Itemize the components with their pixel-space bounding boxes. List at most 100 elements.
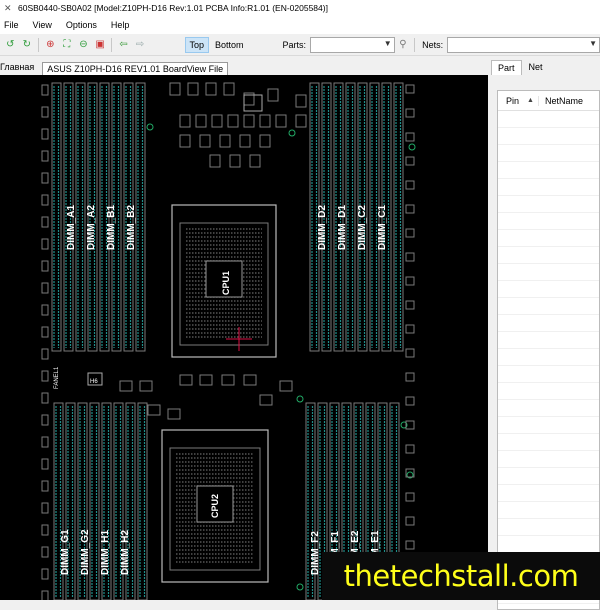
board-drawing[interactable]: DIMM_A1 DIMM_A2 DIMM_B1 DIMM_B2 DIMM_D2 DIMM_… — [0, 75, 488, 600]
dimm-top-right-label: DIMM_C2 — [357, 205, 368, 250]
zoom-fit-icon[interactable]: ⛶ — [61, 38, 74, 52]
forward-arrow-icon[interactable]: ⇨ — [134, 38, 147, 52]
list-item[interactable] — [498, 298, 599, 315]
mounting-hole — [288, 129, 296, 137]
list-item[interactable] — [498, 451, 599, 468]
rotate-right-icon[interactable]: ↻ — [21, 38, 34, 52]
list-item[interactable] — [498, 519, 599, 536]
edge-component — [405, 492, 415, 502]
list-item[interactable] — [498, 400, 599, 417]
right-panel-tabs: Part Net — [488, 57, 600, 75]
zoom-out-icon[interactable]: ⊖ — [77, 38, 90, 52]
chevron-down-icon[interactable]: ▼ — [384, 39, 392, 48]
component — [187, 82, 199, 96]
edge-component — [405, 180, 415, 190]
menu-help[interactable]: Help — [111, 20, 130, 30]
back-arrow-icon[interactable]: ⇦ — [117, 38, 130, 52]
app-icon: ✕ — [4, 3, 12, 13]
list-item[interactable] — [498, 485, 599, 502]
edge-component — [405, 276, 415, 286]
component — [295, 94, 307, 108]
parts-combobox[interactable]: ▼ — [310, 36, 395, 53]
list-item[interactable] — [498, 264, 599, 281]
edge-component — [41, 568, 49, 580]
top-side-button[interactable]: Top — [184, 36, 210, 53]
component — [223, 82, 235, 96]
list-item[interactable] — [498, 315, 599, 332]
list-item[interactable] — [498, 434, 599, 451]
component — [195, 114, 207, 128]
dimm-top-right-label: DIMM_C1 — [377, 205, 388, 250]
list-item[interactable] — [498, 349, 599, 366]
boardview-canvas[interactable]: DIMM_A1 DIMM_A2 DIMM_B1 DIMM_B2 DIMM_D2 DIMM_… — [0, 75, 488, 600]
edge-component — [405, 132, 415, 142]
list-item[interactable] — [498, 536, 599, 553]
edge-component — [405, 84, 415, 94]
dimm-bottom-left-slot — [89, 402, 100, 600]
component — [249, 154, 261, 168]
component — [275, 114, 287, 128]
edge-component — [41, 414, 49, 426]
dimm-bottom-left-label: DIMM_G2 — [80, 529, 91, 575]
menu-bar: File View Options Help — [0, 16, 600, 34]
title-bar: ✕ 60SB0440-SB0A02 [Model:Z10PH-D16 Rev:1… — [0, 0, 600, 16]
component — [139, 380, 153, 392]
search-part-icon[interactable]: ⚲ — [397, 38, 410, 52]
nets-combobox[interactable]: ▼ — [447, 36, 600, 53]
edge-component — [405, 252, 415, 262]
component — [167, 408, 181, 420]
chevron-down-icon[interactable]: ▼ — [589, 39, 597, 48]
list-item[interactable] — [498, 417, 599, 434]
list-item[interactable] — [498, 179, 599, 196]
component — [239, 134, 251, 148]
menu-view[interactable]: View — [33, 20, 52, 30]
list-item[interactable] — [498, 145, 599, 162]
zoom-area-icon[interactable]: ▣ — [94, 38, 107, 52]
list-item[interactable] — [498, 281, 599, 298]
list-item[interactable] — [498, 502, 599, 519]
edge-component — [41, 84, 49, 96]
component — [211, 114, 223, 128]
edge-component — [41, 216, 49, 228]
list-item[interactable] — [498, 213, 599, 230]
edge-component — [405, 444, 415, 454]
bottom-side-button[interactable]: Bottom — [211, 37, 248, 53]
list-item[interactable] — [498, 366, 599, 383]
column-netname[interactable]: NetName — [538, 95, 583, 106]
component — [229, 154, 241, 168]
list-item[interactable] — [498, 128, 599, 145]
list-item[interactable] — [498, 332, 599, 349]
dimm-top-right-label: DIMM_D1 — [337, 205, 348, 250]
list-item[interactable] — [498, 111, 599, 128]
list-item[interactable] — [498, 468, 599, 485]
nets-label: Nets: — [422, 39, 444, 50]
dimm-bottom-left-slot — [137, 402, 148, 600]
menu-options[interactable]: Options — [66, 20, 97, 30]
watermark-banner: thetechstall.com — [322, 552, 600, 600]
dimm-bottom-left-label: DIMM_G1 — [60, 529, 71, 575]
toolbar-separator — [111, 37, 113, 52]
boardview-file-tab[interactable]: ASUS Z10PH-D16 REV1.01 BoardView File — [42, 62, 229, 75]
edge-component — [405, 108, 415, 118]
home-tab[interactable]: Главная — [0, 62, 38, 75]
list-item[interactable] — [498, 230, 599, 247]
zoom-in-icon[interactable]: ⊕ — [44, 38, 57, 52]
tab-part[interactable]: Part — [491, 60, 522, 75]
menu-file[interactable]: File — [4, 20, 19, 30]
rotate-left-icon[interactable]: ↺ — [4, 38, 17, 52]
edge-component — [41, 282, 49, 294]
component — [259, 134, 271, 148]
dimm-bottom-right-label: DIMM_F2 — [310, 531, 321, 575]
tab-net[interactable]: Net — [522, 59, 550, 75]
cpu1-label: CPU1 — [221, 271, 231, 295]
list-item[interactable] — [498, 247, 599, 264]
list-item[interactable] — [498, 162, 599, 179]
list-item[interactable] — [498, 196, 599, 213]
column-pin-label: Pin — [506, 95, 520, 106]
edge-component — [41, 590, 49, 600]
pin-list[interactable]: Pin ▲ NetName — [497, 90, 600, 610]
list-item[interactable] — [498, 383, 599, 400]
edge-component — [405, 324, 415, 334]
column-pin[interactable]: Pin ▲ — [498, 96, 538, 106]
dimm-top-left-slot — [75, 82, 86, 352]
